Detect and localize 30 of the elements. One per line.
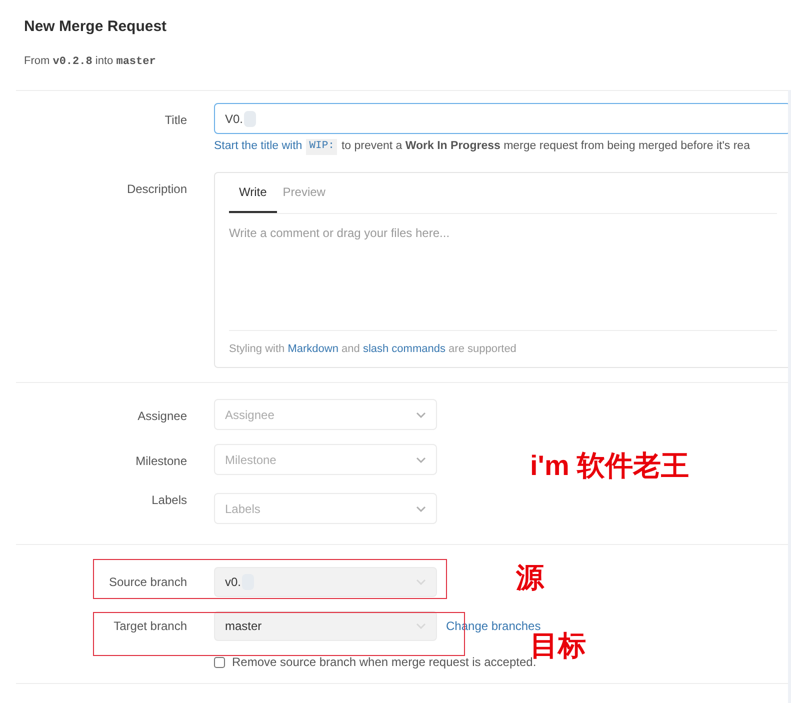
branch-select[interactable]: v0. bbox=[214, 567, 437, 598]
markdown-hint: Styling with Markdown and slash commands are supported bbox=[229, 330, 777, 368]
chevron-down-icon bbox=[416, 579, 426, 586]
field-label: Source branch bbox=[108, 574, 187, 592]
field-label: Title bbox=[164, 112, 187, 129]
page-title: New Merge Request bbox=[24, 17, 168, 37]
field-label: Description bbox=[126, 181, 187, 198]
branch-summary: From v0.2.8 into master bbox=[24, 54, 157, 70]
annotation-text: 源 bbox=[516, 564, 544, 592]
field-label: Labels bbox=[150, 492, 187, 510]
chevron-down-icon bbox=[416, 506, 426, 512]
code-snippet: WIP: bbox=[306, 138, 338, 154]
chevron-down-icon bbox=[416, 456, 426, 463]
help-link[interactable]: slash commands bbox=[362, 342, 446, 355]
editor-tab[interactable]: Preview bbox=[276, 173, 332, 214]
field-label: Assignee bbox=[136, 408, 187, 426]
title-field[interactable]: V0. bbox=[214, 103, 791, 134]
comment-placeholder[interactable]: Write a comment or drag your files here... bbox=[229, 224, 777, 242]
blurred-text bbox=[244, 110, 256, 126]
help-link[interactable]: Markdown bbox=[288, 342, 338, 355]
chevron-down-icon bbox=[416, 623, 426, 630]
annotation-text: i'm 软件老王 bbox=[530, 452, 690, 480]
field-label: Target branch bbox=[112, 618, 187, 636]
chevron-down-icon bbox=[416, 412, 426, 418]
editor-tab[interactable]: Write bbox=[229, 173, 277, 214]
hint-text: to prevent a Work In Progress merge request from being merged before it's rea bbox=[341, 139, 750, 154]
checkbox[interactable] bbox=[214, 656, 225, 668]
hint-link[interactable]: Start the title with bbox=[214, 138, 302, 156]
branch-select[interactable]: master bbox=[214, 611, 437, 642]
field-label: Milestone bbox=[134, 453, 187, 470]
